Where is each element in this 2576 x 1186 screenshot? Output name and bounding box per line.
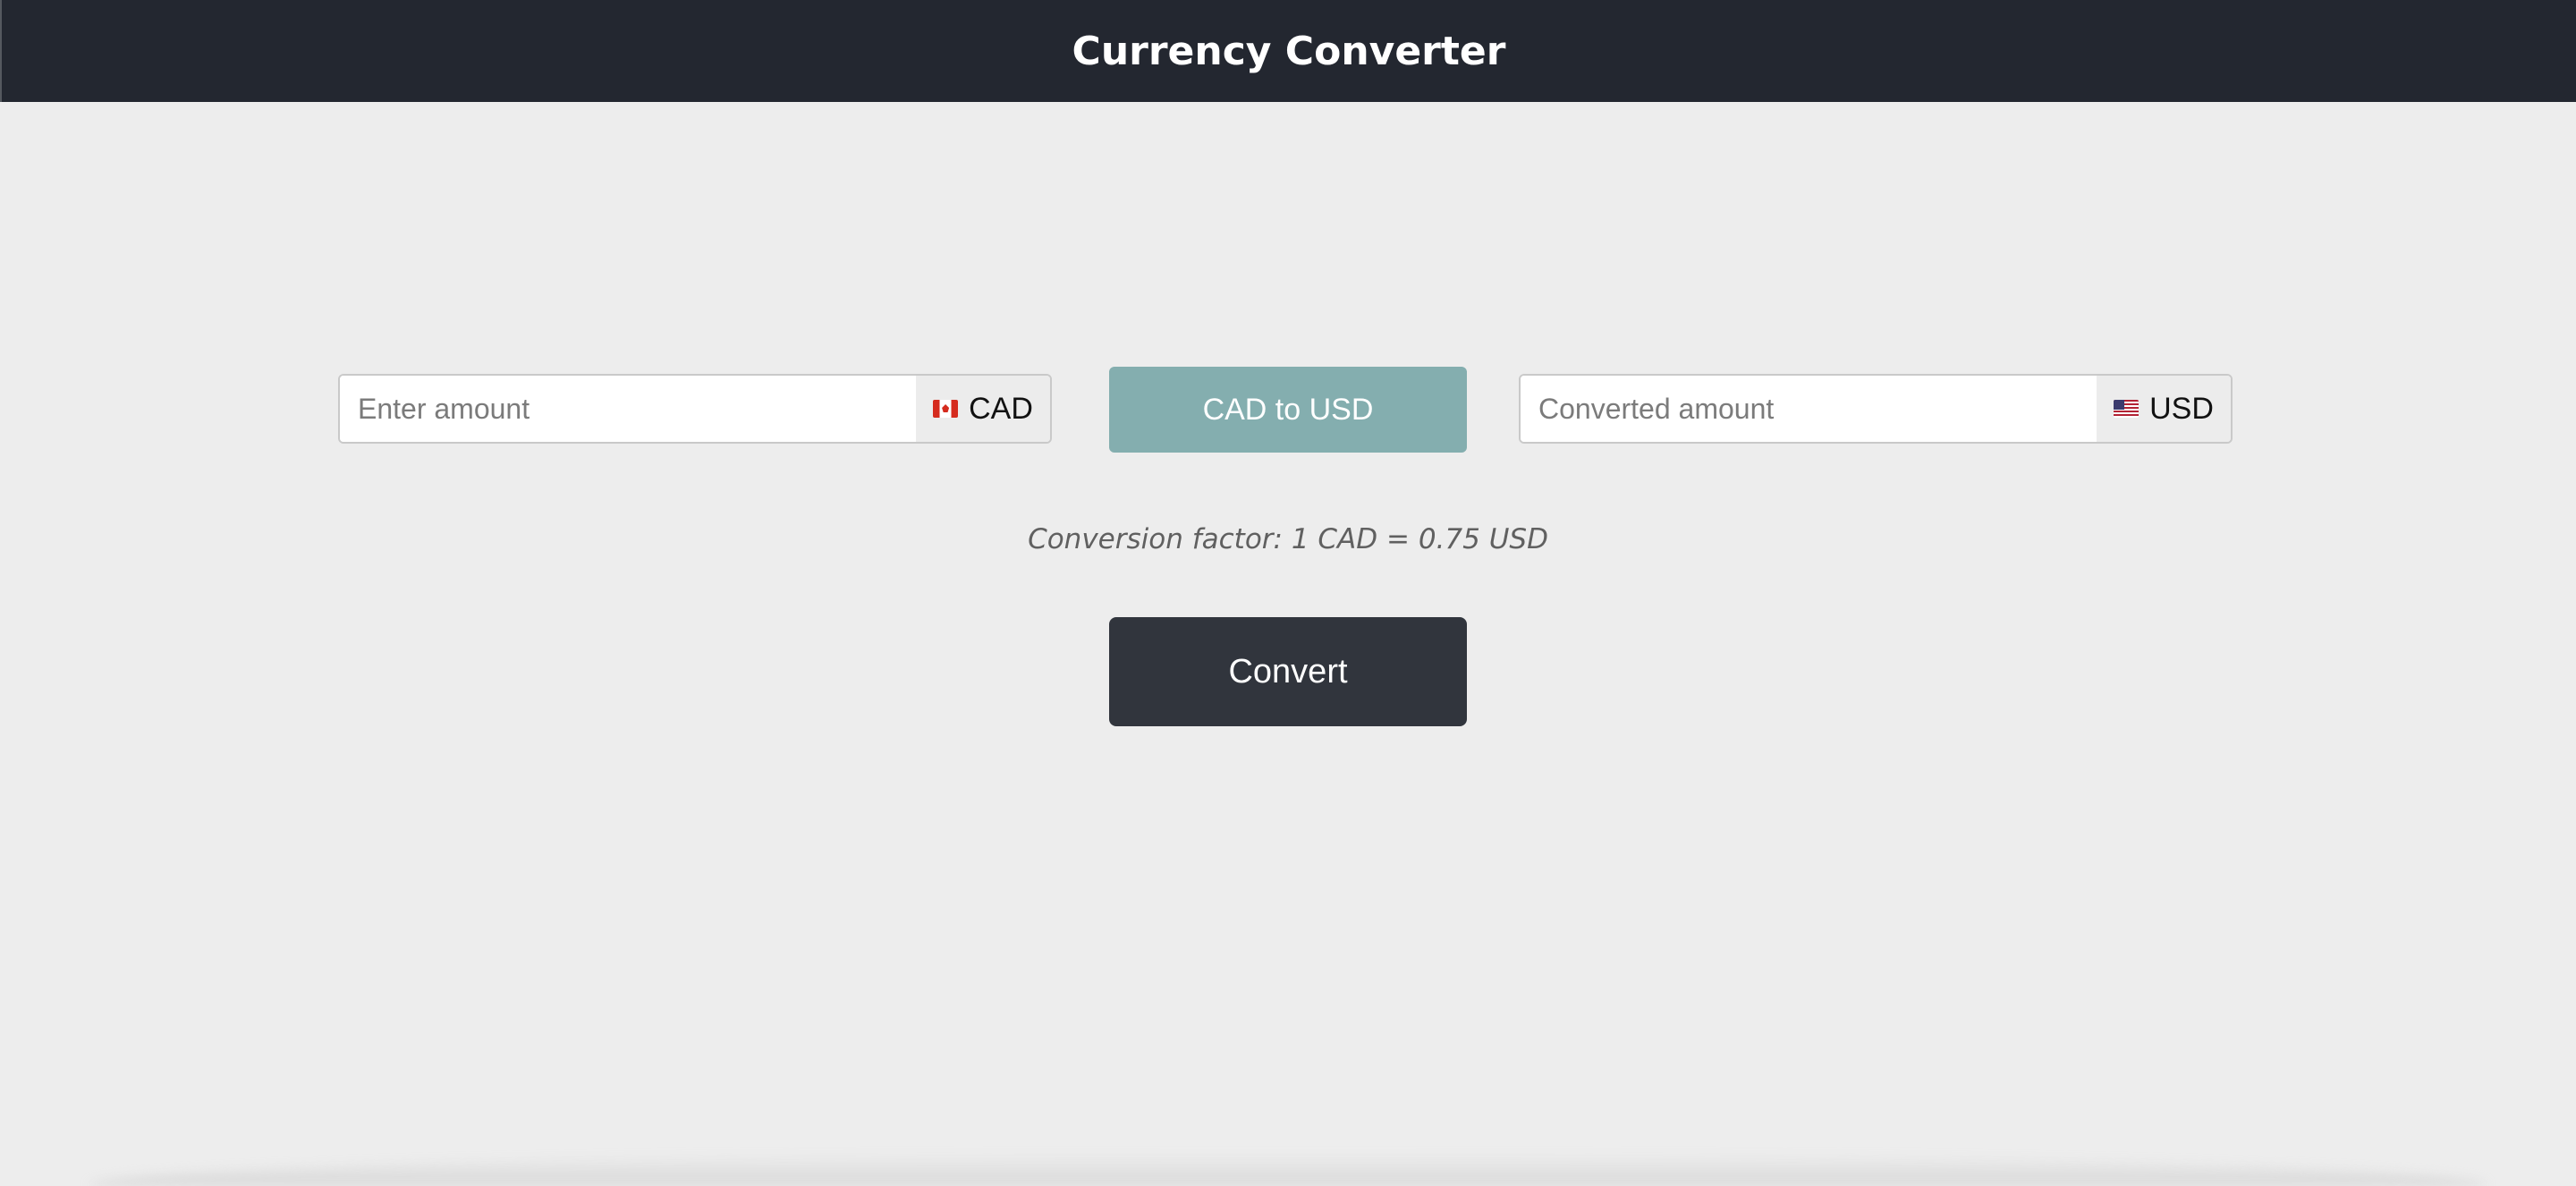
from-currency-label: CAD (969, 391, 1033, 426)
from-amount-group: CAD (338, 374, 1052, 444)
from-currency-tag: CAD (916, 376, 1050, 442)
to-amount-group: USD (1519, 374, 2233, 444)
app-header: Currency Converter (0, 0, 2576, 102)
conversion-factor-text: Conversion factor: 1 CAD = 0.75 USD (1028, 523, 1548, 555)
page-title: Currency Converter (1072, 28, 1506, 74)
canada-flag-icon (933, 400, 959, 418)
convert-button[interactable]: Convert (1109, 617, 1467, 726)
converted-amount-input[interactable] (1521, 376, 2097, 442)
to-currency-tag: USD (2097, 376, 2231, 442)
to-currency-label: USD (2149, 391, 2214, 426)
swap-direction-button[interactable]: CAD to USD (1109, 367, 1467, 453)
us-flag-icon (2114, 400, 2140, 418)
from-amount-input[interactable] (340, 376, 916, 442)
